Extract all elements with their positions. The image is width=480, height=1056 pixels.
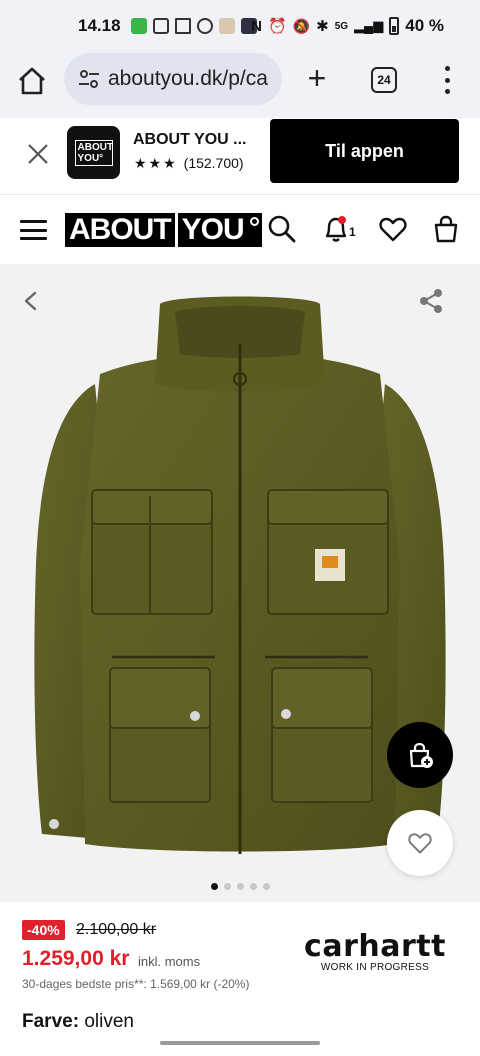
site-settings-icon[interactable] [78, 68, 100, 90]
calendar-icon [152, 18, 169, 34]
bell-icon[interactable] [321, 214, 351, 244]
battery-level: 40 % [405, 16, 444, 35]
system-indicators: N ⏰ 🔕 ✱ 5G ▂▄▆ 40 % [251, 16, 444, 36]
messages-icon [130, 18, 147, 34]
brand-logo[interactable]: carhartt WORK IN PROGRESS [290, 929, 460, 974]
battery-icon [389, 17, 400, 35]
app-logo-text: ABOUT YOU° [74, 139, 113, 166]
price-section: -40% 2.100,00 kr 1.259,00 kr inkl. moms … [0, 902, 480, 1056]
address-bar[interactable]: aboutyou.dk/p/ca [64, 53, 282, 105]
app-logo: ABOUT YOU° [67, 126, 120, 179]
alarm-icon: ⏰ [267, 18, 287, 35]
best-price-note: 30-dages bedste pris**: 1.569,00 kr (-20… [22, 977, 250, 991]
pagination-dot[interactable] [249, 883, 257, 890]
signal-icon: ▂▄▆ [354, 18, 384, 33]
rating-count: (152.700) [183, 155, 244, 171]
gesture-bar[interactable] [160, 1041, 320, 1045]
browser-toolbar: aboutyou.dk/p/ca + 24 [0, 52, 480, 118]
color-label: Farve: [22, 1011, 80, 1032]
new-tab-button[interactable]: + [302, 62, 332, 94]
discount-badge: -40% [22, 920, 65, 940]
share-icon[interactable] [418, 288, 444, 314]
notification-icons [130, 18, 257, 34]
original-price: 2.100,00 kr [76, 921, 157, 938]
product-image-jacket [34, 296, 446, 854]
heart-icon [408, 833, 432, 854]
mute-icon: 🔕 [292, 17, 311, 34]
brand-name: carhartt [304, 929, 446, 964]
add-to-wishlist-button[interactable] [387, 810, 453, 876]
bag-plus-icon [409, 742, 433, 768]
network-label: 5G [334, 20, 349, 32]
image-pagination [0, 883, 480, 890]
url-text: aboutyou.dk/p/ca [108, 67, 268, 90]
pagination-dot[interactable] [262, 883, 270, 890]
menu-icon[interactable] [20, 220, 47, 240]
gmail-icon [174, 18, 191, 34]
bluetooth-icon: ✱ [316, 18, 329, 35]
app-rating: ★★★ (152.700) [134, 155, 244, 172]
chevron-left-icon[interactable] [20, 290, 42, 312]
status-bar: 14.18 N ⏰ 🔕 ✱ 5G ▂▄▆ 40 % [0, 0, 480, 52]
notification-count: 1 [349, 225, 356, 239]
pagination-dot[interactable] [236, 883, 244, 890]
rating-stars: ★★★ [134, 155, 178, 171]
status-time: 14.18 [78, 16, 121, 35]
pagination-dot[interactable] [223, 883, 231, 890]
browser-menu-button[interactable] [440, 66, 454, 94]
sale-price: 1.259,00 kr [22, 947, 130, 970]
home-icon[interactable] [16, 65, 48, 97]
app-icon [218, 18, 235, 34]
app-install-banner: ABOUT YOU° ABOUT YOU ... ★★★ (152.700) Til… [0, 118, 480, 195]
vat-note: inkl. moms [138, 954, 201, 969]
search-icon[interactable] [267, 214, 297, 244]
color-info: Farve: oliven [22, 1011, 134, 1033]
site-header: ABOUT YOU [0, 196, 480, 264]
color-value: oliven [84, 1011, 134, 1032]
add-to-bag-button[interactable] [387, 722, 453, 788]
logo-part-2: YOU [177, 213, 262, 247]
open-app-button[interactable]: Til appen [270, 119, 459, 183]
fan-icon [196, 18, 213, 34]
pagination-dot[interactable] [210, 883, 218, 890]
close-icon[interactable] [26, 142, 50, 166]
shopping-bag-icon[interactable] [431, 214, 461, 244]
product-gallery[interactable] [0, 264, 480, 902]
nfc-icon: N [251, 17, 262, 35]
app-name: ABOUT YOU ... [133, 131, 247, 148]
wishlist-heart-icon[interactable] [378, 214, 408, 244]
logo-part-1: ABOUT [65, 213, 175, 247]
site-logo[interactable]: ABOUT YOU [65, 213, 262, 247]
tab-switcher-button[interactable]: 24 [371, 67, 397, 93]
